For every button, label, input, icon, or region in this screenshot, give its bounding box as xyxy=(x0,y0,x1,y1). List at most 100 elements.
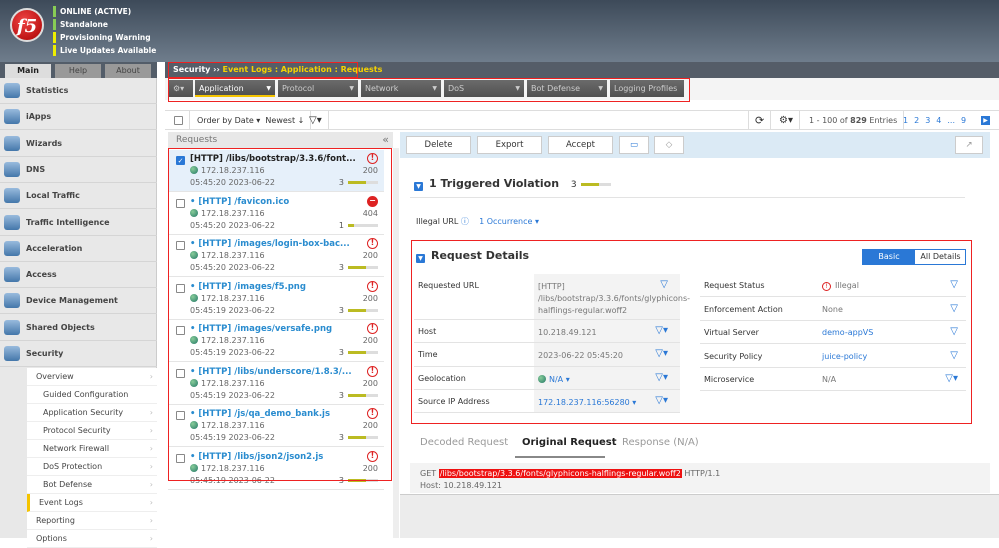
submenu-application-security[interactable]: Application Security › xyxy=(27,404,157,422)
sidebar-item-wizards[interactable]: Wizards xyxy=(0,131,157,157)
value-text: None xyxy=(822,305,843,314)
expand-icon: ▼ xyxy=(414,182,423,191)
status-live-updates[interactable]: Live Updates Available xyxy=(53,45,156,56)
settings-gear-icon[interactable]: ⚙▾ xyxy=(773,111,800,130)
page-1[interactable]: 1 xyxy=(903,116,908,125)
field-value[interactable]: juice-policy xyxy=(818,345,966,367)
page-4[interactable]: 4 xyxy=(936,116,941,125)
sidebar-item-iapps[interactable]: iApps xyxy=(0,104,157,131)
sidebar-item-label: Shared Objects xyxy=(26,322,95,332)
submenu-event-logs[interactable]: Event Logs › xyxy=(27,494,157,512)
help-icon[interactable]: ⓘ xyxy=(461,217,469,226)
violation-header[interactable]: ▼ 1 Triggered Violation 3 xyxy=(414,177,611,191)
request-details-title: Request Details xyxy=(431,249,530,262)
next-page-icon[interactable]: ▶ xyxy=(981,116,990,125)
submenu-bot-defense[interactable]: Bot Defense › xyxy=(27,476,157,494)
refresh-icon[interactable]: ⟳ xyxy=(748,111,772,130)
filter-icon[interactable]: ▽▾ xyxy=(655,395,668,406)
list-scrollbar[interactable] xyxy=(393,148,399,538)
submenu-guided-configuration[interactable]: Guided Configuration xyxy=(27,386,157,404)
iapps-icon xyxy=(4,109,20,125)
page-[interactable]: ... xyxy=(947,116,955,125)
accept-button[interactable]: Accept xyxy=(548,136,613,154)
submenu-overview[interactable]: Overview › xyxy=(27,368,157,386)
filter-icon[interactable]: ▽▾ xyxy=(303,111,329,130)
sidebar-item-label: Security xyxy=(26,349,64,358)
value-text: 2023-06-22 05:45:20 xyxy=(538,351,623,360)
field-value[interactable]: demo-appVS xyxy=(818,321,966,343)
raw-method: GET xyxy=(420,469,437,478)
basic-toggle[interactable]: Basic xyxy=(863,250,915,264)
sidebar-item-local-traffic[interactable]: Local Traffic xyxy=(0,183,157,210)
delete-button[interactable]: Delete xyxy=(406,136,471,154)
chevron-right-icon: › xyxy=(149,426,153,435)
page-9[interactable]: 9 xyxy=(961,116,966,125)
status-online: ONLINE (ACTIVE) xyxy=(53,6,131,17)
page-3[interactable]: 3 xyxy=(925,116,930,125)
tab-help[interactable]: Help xyxy=(55,64,101,78)
rating-bar xyxy=(580,182,611,186)
sidebar-item-device-management[interactable]: Device Management xyxy=(0,288,157,315)
filter-icon[interactable]: ▽ xyxy=(950,350,958,361)
all-details-toggle[interactable]: All Details xyxy=(915,250,966,264)
breadcrumb-path: Event Logs : Application : Requests xyxy=(222,65,383,74)
field-label: Host xyxy=(418,327,437,336)
detail-row-requested-url: Requested URL [HTTP] /libs/bootstrap/3.3.… xyxy=(414,274,690,320)
field-label: Requested URL xyxy=(418,281,479,290)
raw-protocol: HTTP/1.1 xyxy=(684,469,721,478)
submenu-dos-protection[interactable]: DoS Protection › xyxy=(27,458,157,476)
submenu-label: Overview xyxy=(36,372,74,381)
divider xyxy=(410,197,965,198)
submenu-label: Network Firewall xyxy=(43,444,110,453)
sidebar-item-shared-objects[interactable]: Shared Objects xyxy=(0,315,157,341)
sidebar-item-traffic-intelligence[interactable]: Traffic Intelligence xyxy=(0,210,157,236)
breadcrumb: Security ›› Event Logs : Application : R… xyxy=(168,62,382,78)
menu-highlight xyxy=(168,78,690,102)
select-all-checkbox[interactable] xyxy=(168,111,190,130)
sidebar-item-dns[interactable]: DNS xyxy=(0,157,157,183)
tab-decoded-request[interactable]: Decoded Request xyxy=(420,437,508,448)
filter-icon[interactable]: ▽▾ xyxy=(655,348,668,359)
submenu-label: Guided Configuration xyxy=(43,390,129,399)
sidebar-item-label: Device Management xyxy=(26,296,118,306)
filter-icon[interactable]: ▽ xyxy=(950,326,958,337)
filter-icon[interactable]: ▽▾ xyxy=(655,325,668,336)
filter-icon[interactable]: ▽▾ xyxy=(945,373,958,384)
order-by-date[interactable]: Order by Date ▾ xyxy=(197,116,260,125)
submenu-protocol-security[interactable]: Protocol Security › xyxy=(27,422,157,440)
export-button[interactable]: Export xyxy=(477,136,542,154)
detail-row-security-policy: Security Policy juice-policy ▽ xyxy=(700,345,966,368)
raw-host: Host: 10.218.49.121 xyxy=(420,481,502,490)
submenu-reporting[interactable]: Reporting › xyxy=(27,512,157,530)
tab-original-request[interactable]: Original Request xyxy=(522,437,617,448)
sidebar-item-access[interactable]: Access xyxy=(0,262,157,289)
collapse-icon[interactable]: « xyxy=(382,132,389,148)
value-text: Illegal xyxy=(835,281,859,290)
breadcrumb-root[interactable]: Security xyxy=(173,65,210,74)
sidebar-item-acceleration[interactable]: Acceleration xyxy=(0,236,157,262)
sidebar-item-label: DNS xyxy=(26,164,46,174)
tab-response[interactable]: Response (N/A) xyxy=(622,437,699,448)
field-value: [HTTP] /libs/bootstrap/3.3.6/fonts/glyph… xyxy=(534,274,690,319)
submenu-options[interactable]: Options › xyxy=(27,530,157,548)
tag-icon[interactable]: ◇ xyxy=(654,136,684,154)
open-external-icon[interactable]: ↗ xyxy=(955,136,983,154)
filter-icon[interactable]: ▽ xyxy=(660,279,668,290)
filter-icon[interactable]: ▽▾ xyxy=(655,372,668,383)
sidebar-item-security[interactable]: Security xyxy=(0,341,157,367)
active-tab-underline xyxy=(515,456,605,458)
filter-icon[interactable]: ▽ xyxy=(950,279,958,290)
newest-sort[interactable]: Newest ↓ xyxy=(265,116,304,125)
request-details-header[interactable]: ▼ Request Details xyxy=(416,249,529,263)
occurrence-dropdown[interactable]: 1 Occurrence ▾ xyxy=(479,217,539,226)
filter-icon[interactable]: ▽ xyxy=(950,303,958,314)
field-label: Geolocation xyxy=(418,374,466,383)
tab-about[interactable]: About xyxy=(105,64,151,78)
tab-main[interactable]: Main xyxy=(5,64,51,78)
violation-rating: 3 xyxy=(570,180,577,190)
submenu-network-firewall[interactable]: Network Firewall › xyxy=(27,440,157,458)
sidebar-item-statistics[interactable]: Statistics xyxy=(0,78,157,104)
status-provisioning[interactable]: Provisioning Warning xyxy=(53,32,151,43)
comment-icon[interactable]: ▭ xyxy=(619,136,649,154)
page-2[interactable]: 2 xyxy=(914,116,919,125)
